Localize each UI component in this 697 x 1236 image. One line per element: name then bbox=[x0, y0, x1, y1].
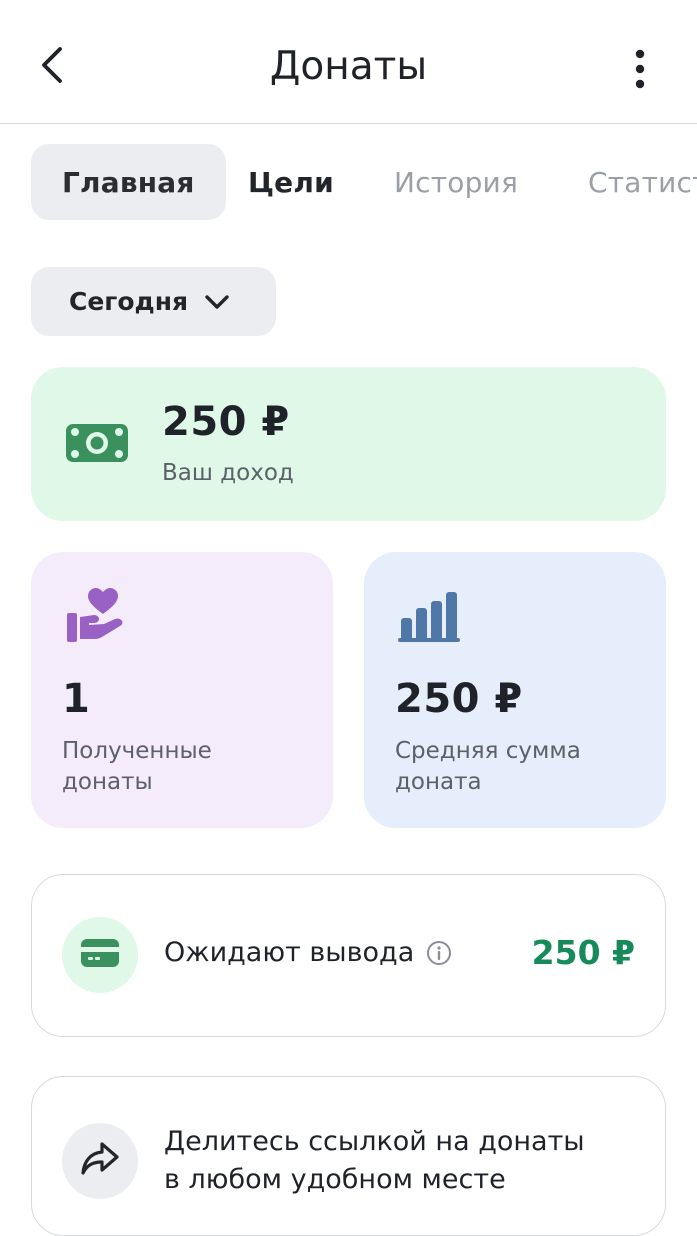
tab-main[interactable]: Главная bbox=[31, 144, 226, 220]
chevron-down-icon bbox=[204, 294, 230, 310]
income-value: 250 ₽ bbox=[162, 399, 290, 445]
period-dropdown[interactable]: Сегодня bbox=[31, 267, 276, 336]
pending-label-row: Ожидают вывода bbox=[164, 937, 452, 968]
received-count: 1 bbox=[62, 676, 91, 722]
top-app-bar: Донаты bbox=[0, 0, 697, 124]
share-link-card[interactable]: Делитесь ссылкой на донаты в любом удобн… bbox=[31, 1076, 666, 1236]
tab-history[interactable]: История bbox=[394, 144, 518, 220]
bar-chart-icon bbox=[397, 590, 461, 648]
average-donation-card: 250 ₽ Средняя сумма доната bbox=[364, 552, 666, 828]
average-label-line1: Средняя сумма bbox=[395, 738, 581, 764]
received-label-line1: Полученные bbox=[62, 738, 212, 764]
info-icon[interactable] bbox=[426, 940, 452, 966]
more-menu-button[interactable] bbox=[618, 46, 662, 96]
income-card: 250 ₽ Ваш доход bbox=[31, 367, 666, 521]
average-value: 250 ₽ bbox=[395, 676, 523, 722]
more-vertical-icon bbox=[634, 47, 646, 95]
share-arrow-icon bbox=[80, 1141, 120, 1181]
income-label: Ваш доход bbox=[162, 460, 294, 486]
share-text: Делитесь ссылкой на донаты в любом удобн… bbox=[164, 1123, 585, 1199]
money-icon bbox=[65, 421, 129, 469]
page-title: Донаты bbox=[269, 44, 428, 89]
share-text-line1: Делитесь ссылкой на донаты bbox=[164, 1126, 585, 1157]
pending-label: Ожидают вывода bbox=[164, 937, 415, 968]
received-label-line2: донаты bbox=[62, 769, 153, 795]
period-label: Сегодня bbox=[69, 287, 189, 316]
card-icon-badge bbox=[62, 917, 138, 993]
tab-goals[interactable]: Цели bbox=[248, 144, 334, 220]
pending-withdrawal-card[interactable]: Ожидают вывода 250 ₽ bbox=[31, 874, 666, 1037]
average-label-line2: доната bbox=[395, 769, 482, 795]
pending-value: 250 ₽ bbox=[531, 933, 635, 972]
heart-hand-icon bbox=[64, 586, 126, 650]
received-donations-card: 1 Полученные донаты bbox=[31, 552, 333, 828]
share-icon-badge bbox=[62, 1123, 138, 1199]
share-text-line2: в любом удобном месте bbox=[164, 1164, 506, 1195]
tab-statistics[interactable]: Статист bbox=[588, 144, 697, 220]
tab-bar: Главная Цели История Статист bbox=[0, 144, 697, 222]
card-icon bbox=[80, 938, 120, 972]
